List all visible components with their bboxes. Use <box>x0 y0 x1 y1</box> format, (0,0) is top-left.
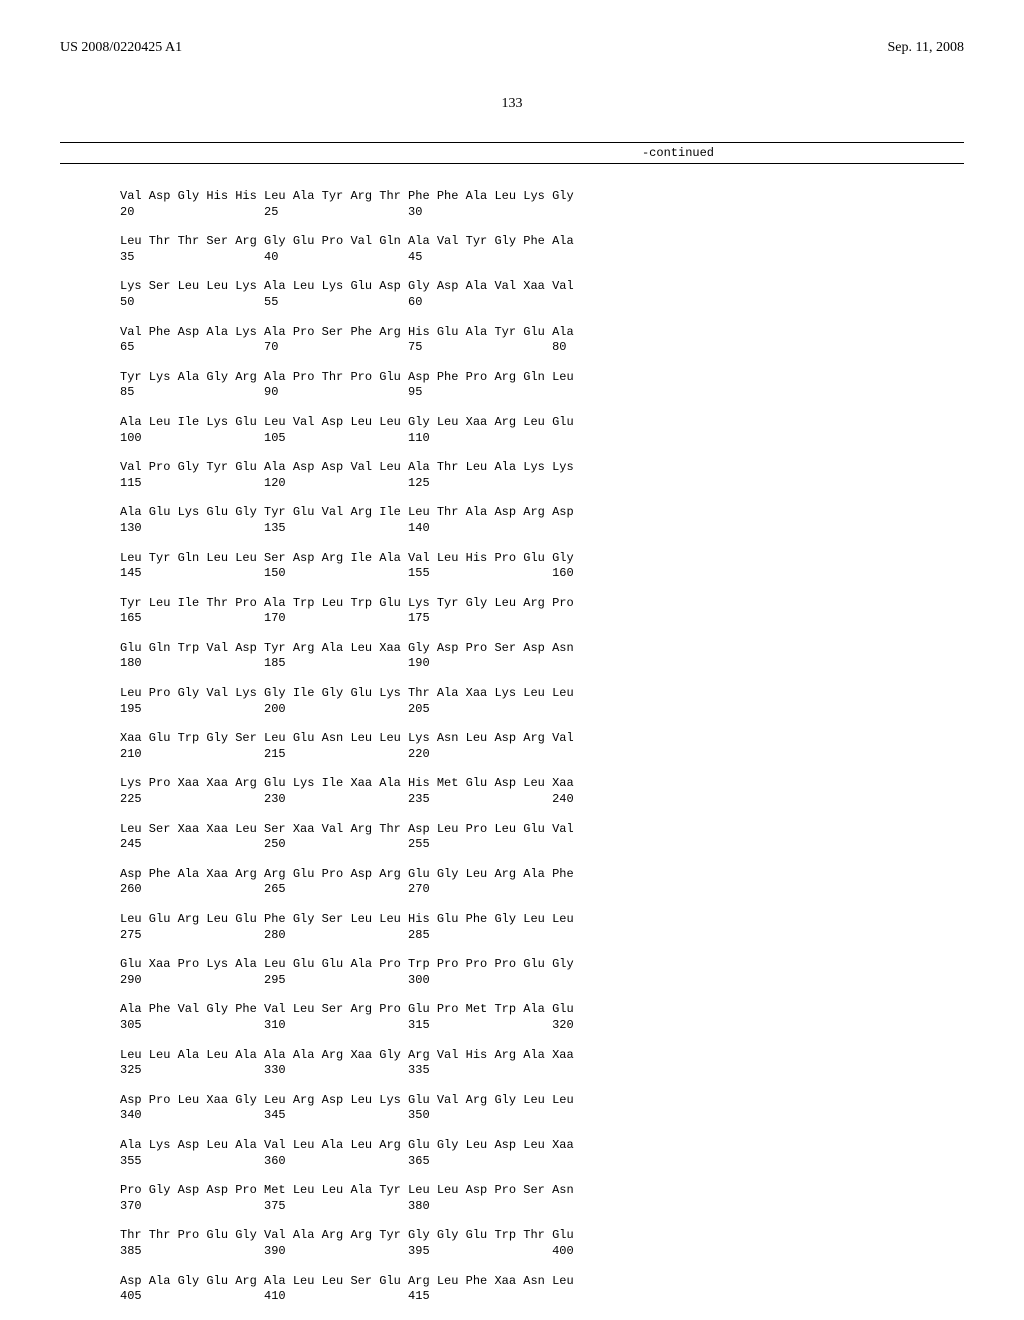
sequence-row: Asp Phe Ala Xaa Arg Arg Glu Pro Asp Arg … <box>120 867 964 898</box>
sequence-row: Ala Leu Ile Lys Glu Leu Val Asp Leu Leu … <box>120 415 964 446</box>
sequence-row: Tyr Leu Ile Thr Pro Ala Trp Leu Trp Glu … <box>120 596 964 627</box>
residue-line: Val Pro Gly Tyr Glu Ala Asp Asp Val Leu … <box>120 460 964 476</box>
position-number-line: 225 230 235 240 <box>120 792 964 808</box>
residue-line: Pro Gly Asp Asp Pro Met Leu Leu Ala Tyr … <box>120 1183 964 1199</box>
position-number-line: 340 345 350 <box>120 1108 964 1124</box>
position-number-line: 210 215 220 <box>120 747 964 763</box>
sequence-row: Ala Phe Val Gly Phe Val Leu Ser Arg Pro … <box>120 1002 964 1033</box>
page-header: US 2008/0220425 A1 Sep. 11, 2008 <box>60 40 964 56</box>
position-number-line: 305 310 315 320 <box>120 1018 964 1034</box>
residue-line: Asp Pro Leu Xaa Gly Leu Arg Asp Leu Lys … <box>120 1093 964 1109</box>
patent-number: US 2008/0220425 A1 <box>60 40 182 56</box>
position-number-line: 145 150 155 160 <box>120 566 964 582</box>
sequence-listing: Val Asp Gly His His Leu Ala Tyr Arg Thr … <box>120 189 964 1305</box>
position-number-line: 130 135 140 <box>120 521 964 537</box>
residue-line: Leu Thr Thr Ser Arg Gly Glu Pro Val Gln … <box>120 234 964 250</box>
sequence-row: Leu Tyr Gln Leu Leu Ser Asp Arg Ile Ala … <box>120 551 964 582</box>
residue-line: Val Phe Asp Ala Lys Ala Pro Ser Phe Arg … <box>120 325 964 341</box>
sequence-row: Glu Xaa Pro Lys Ala Leu Glu Glu Ala Pro … <box>120 957 964 988</box>
position-number-line: 370 375 380 <box>120 1199 964 1215</box>
position-number-line: 20 25 30 <box>120 205 964 221</box>
sequence-row: Leu Leu Ala Leu Ala Ala Ala Arg Xaa Gly … <box>120 1048 964 1079</box>
sequence-row: Ala Lys Asp Leu Ala Val Leu Ala Leu Arg … <box>120 1138 964 1169</box>
residue-line: Ala Lys Asp Leu Ala Val Leu Ala Leu Arg … <box>120 1138 964 1154</box>
position-number-line: 355 360 365 <box>120 1154 964 1170</box>
residue-line: Tyr Leu Ile Thr Pro Ala Trp Leu Trp Glu … <box>120 596 964 612</box>
residue-line: Xaa Glu Trp Gly Ser Leu Glu Asn Leu Leu … <box>120 731 964 747</box>
sequence-row: Leu Glu Arg Leu Glu Phe Gly Ser Leu Leu … <box>120 912 964 943</box>
sequence-row: Xaa Glu Trp Gly Ser Leu Glu Asn Leu Leu … <box>120 731 964 762</box>
position-number-line: 405 410 415 <box>120 1289 964 1305</box>
residue-line: Ala Phe Val Gly Phe Val Leu Ser Arg Pro … <box>120 1002 964 1018</box>
residue-line: Asp Phe Ala Xaa Arg Arg Glu Pro Asp Arg … <box>120 867 964 883</box>
residue-line: Ala Glu Lys Glu Gly Tyr Glu Val Arg Ile … <box>120 505 964 521</box>
position-number-line: 165 170 175 <box>120 611 964 627</box>
position-number-line: 50 55 60 <box>120 295 964 311</box>
position-number-line: 290 295 300 <box>120 973 964 989</box>
position-number-line: 65 70 75 80 <box>120 340 964 356</box>
position-number-line: 35 40 45 <box>120 250 964 266</box>
position-number-line: 85 90 95 <box>120 385 964 401</box>
residue-line: Glu Gln Trp Val Asp Tyr Arg Ala Leu Xaa … <box>120 641 964 657</box>
residue-line: Leu Glu Arg Leu Glu Phe Gly Ser Leu Leu … <box>120 912 964 928</box>
residue-line: Glu Xaa Pro Lys Ala Leu Glu Glu Ala Pro … <box>120 957 964 973</box>
sequence-row: Val Phe Asp Ala Lys Ala Pro Ser Phe Arg … <box>120 325 964 356</box>
sequence-row: Thr Thr Pro Glu Gly Val Ala Arg Arg Tyr … <box>120 1228 964 1259</box>
residue-line: Leu Leu Ala Leu Ala Ala Ala Arg Xaa Gly … <box>120 1048 964 1064</box>
sequence-row: Ala Glu Lys Glu Gly Tyr Glu Val Arg Ile … <box>120 505 964 536</box>
residue-line: Leu Pro Gly Val Lys Gly Ile Gly Glu Lys … <box>120 686 964 702</box>
residue-line: Asp Ala Gly Glu Arg Ala Leu Leu Ser Glu … <box>120 1274 964 1290</box>
residue-line: Tyr Lys Ala Gly Arg Ala Pro Thr Pro Glu … <box>120 370 964 386</box>
publication-date: Sep. 11, 2008 <box>888 40 964 56</box>
position-number-line: 100 105 110 <box>120 431 964 447</box>
sequence-row: Lys Ser Leu Leu Lys Ala Leu Lys Glu Asp … <box>120 279 964 310</box>
position-number-line: 180 185 190 <box>120 656 964 672</box>
residue-line: Leu Tyr Gln Leu Leu Ser Asp Arg Ile Ala … <box>120 551 964 567</box>
sequence-row: Asp Pro Leu Xaa Gly Leu Arg Asp Leu Lys … <box>120 1093 964 1124</box>
residue-line: Val Asp Gly His His Leu Ala Tyr Arg Thr … <box>120 189 964 205</box>
residue-line: Thr Thr Pro Glu Gly Val Ala Arg Arg Tyr … <box>120 1228 964 1244</box>
page-number: 133 <box>60 96 964 112</box>
residue-line: Lys Pro Xaa Xaa Arg Glu Lys Ile Xaa Ala … <box>120 776 964 792</box>
position-number-line: 115 120 125 <box>120 476 964 492</box>
sequence-row: Glu Gln Trp Val Asp Tyr Arg Ala Leu Xaa … <box>120 641 964 672</box>
sequence-row: Pro Gly Asp Asp Pro Met Leu Leu Ala Tyr … <box>120 1183 964 1214</box>
position-number-line: 260 265 270 <box>120 882 964 898</box>
residue-line: Lys Ser Leu Leu Lys Ala Leu Lys Glu Asp … <box>120 279 964 295</box>
position-number-line: 325 330 335 <box>120 1063 964 1079</box>
sequence-row: Val Asp Gly His His Leu Ala Tyr Arg Thr … <box>120 189 964 220</box>
sequence-row: Leu Ser Xaa Xaa Leu Ser Xaa Val Arg Thr … <box>120 822 964 853</box>
position-number-line: 195 200 205 <box>120 702 964 718</box>
residue-line: Ala Leu Ile Lys Glu Leu Val Asp Leu Leu … <box>120 415 964 431</box>
position-number-line: 385 390 395 400 <box>120 1244 964 1260</box>
sequence-row: Leu Thr Thr Ser Arg Gly Glu Pro Val Gln … <box>120 234 964 265</box>
sequence-row: Leu Pro Gly Val Lys Gly Ile Gly Glu Lys … <box>120 686 964 717</box>
sequence-row: Tyr Lys Ala Gly Arg Ala Pro Thr Pro Glu … <box>120 370 964 401</box>
position-number-line: 245 250 255 <box>120 837 964 853</box>
sequence-row: Val Pro Gly Tyr Glu Ala Asp Asp Val Leu … <box>120 460 964 491</box>
continued-label: -continued <box>60 142 964 164</box>
residue-line: Leu Ser Xaa Xaa Leu Ser Xaa Val Arg Thr … <box>120 822 964 838</box>
sequence-row: Lys Pro Xaa Xaa Arg Glu Lys Ile Xaa Ala … <box>120 776 964 807</box>
sequence-row: Asp Ala Gly Glu Arg Ala Leu Leu Ser Glu … <box>120 1274 964 1305</box>
position-number-line: 275 280 285 <box>120 928 964 944</box>
